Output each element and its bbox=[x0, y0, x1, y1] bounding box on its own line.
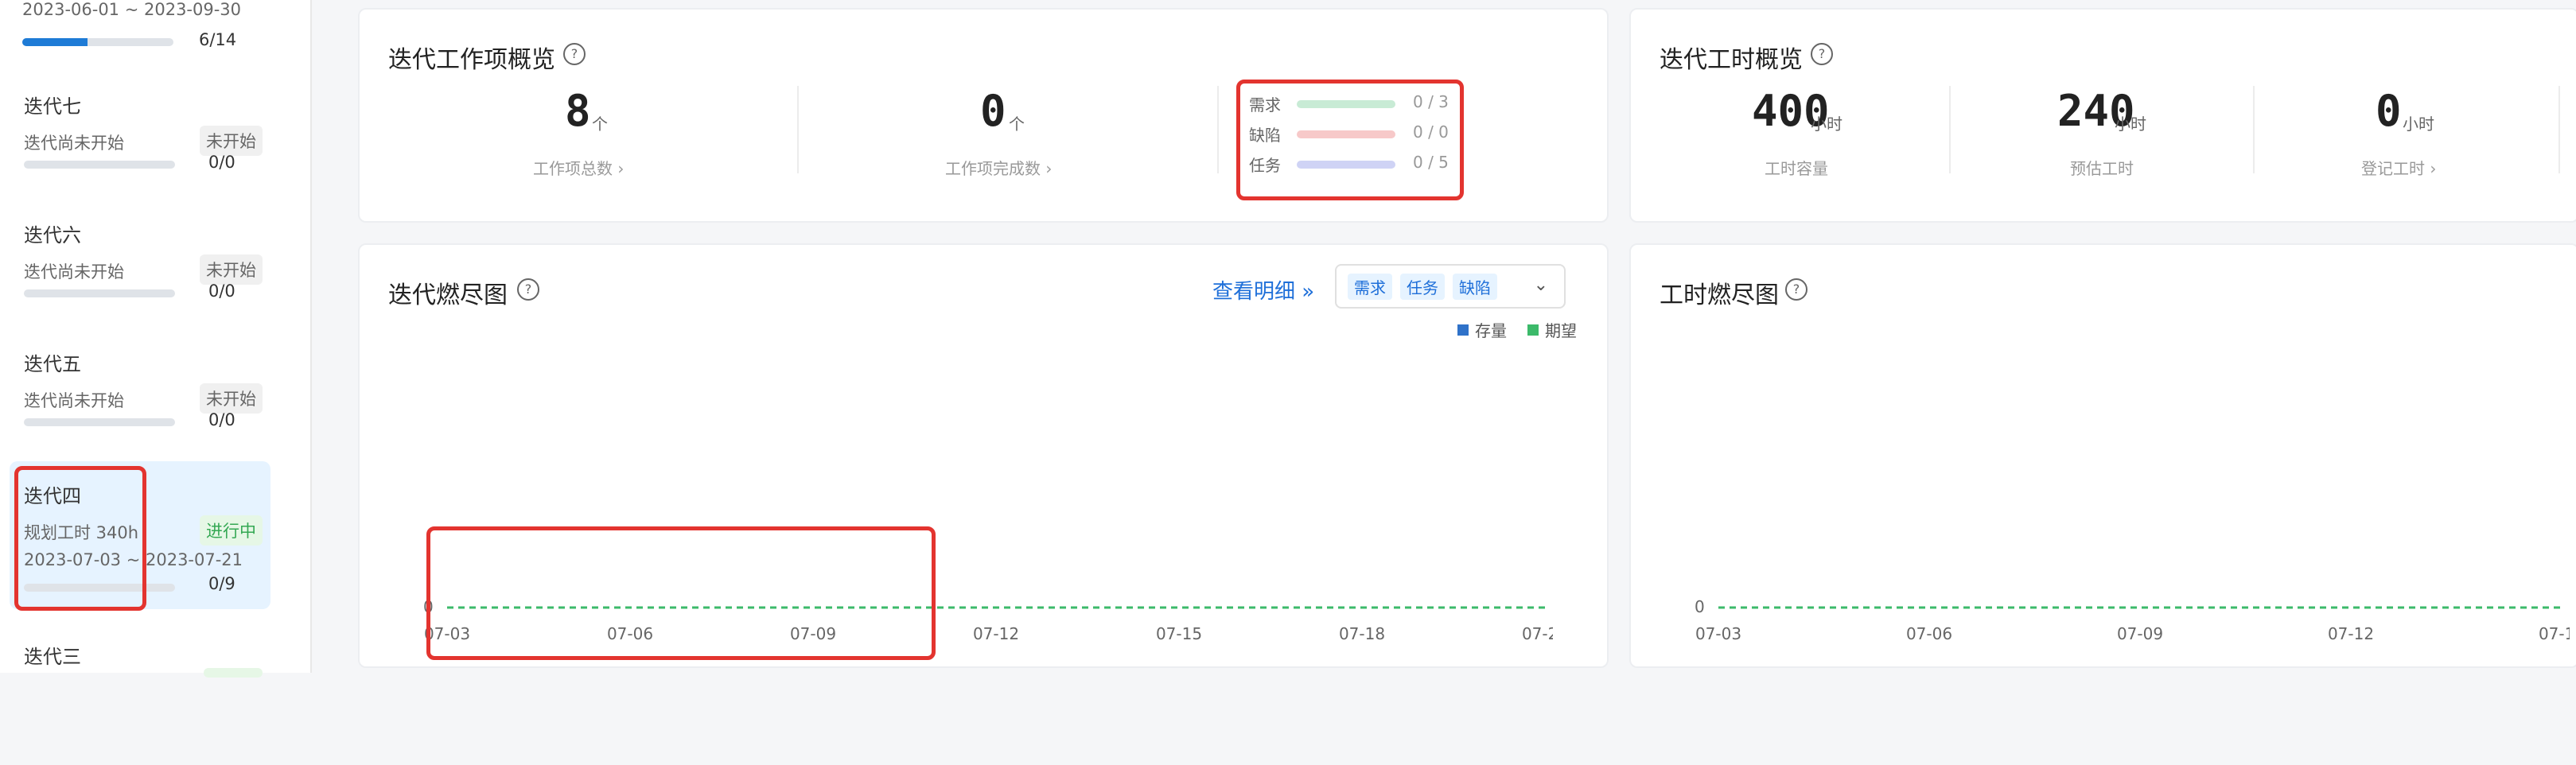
status-badge: 未开始 bbox=[200, 126, 263, 156]
hours-overview-card: 迭代工时概览 ? 400 小时 工时容量 240 小时 预估工时 0 小时 登记… bbox=[1629, 8, 2576, 223]
iteration-count: 0/0 bbox=[208, 153, 235, 172]
card-title: 工时燃尽图 bbox=[1660, 282, 1779, 309]
done-label[interactable]: 工作项完成数 › bbox=[945, 156, 1052, 179]
done-unit: 个 bbox=[1009, 115, 1025, 134]
capacity-unit: 小时 bbox=[1811, 115, 1843, 134]
x-tick-label: 07-06 bbox=[1906, 624, 1952, 643]
highlight-box-types bbox=[1236, 80, 1464, 200]
legend-swatch-expected bbox=[1527, 324, 1539, 336]
filter-chip-defect: 缺陷 bbox=[1453, 274, 1497, 300]
iteration-item-three[interactable]: 迭代三 bbox=[10, 622, 270, 765]
logged-value: 0 bbox=[2376, 86, 2402, 136]
top-progress-bar bbox=[22, 38, 173, 46]
x-tick-label: 07-03 bbox=[1695, 624, 1741, 643]
y-tick-label: 0 bbox=[1695, 597, 1705, 616]
legend-label-stock: 存量 bbox=[1475, 321, 1507, 340]
help-icon[interactable]: ? bbox=[1811, 43, 1833, 65]
iteration-progress-bar bbox=[24, 289, 175, 297]
divider bbox=[2558, 86, 2560, 173]
iteration-name: 迭代六 bbox=[24, 224, 81, 247]
divider bbox=[1949, 86, 1951, 173]
iteration-progress-bar bbox=[24, 161, 175, 169]
card-title: 迭代工时概览 bbox=[1660, 46, 1803, 74]
iteration-name: 迭代七 bbox=[24, 95, 81, 118]
help-icon[interactable]: ? bbox=[1785, 278, 1807, 301]
iteration-item-six[interactable]: 迭代六 迭代尚未开始 未开始 0/0 bbox=[10, 200, 270, 344]
type-filter-select[interactable]: 需求 任务 缺陷 ⌄ bbox=[1335, 264, 1566, 309]
total-label[interactable]: 工作项总数 › bbox=[533, 156, 624, 179]
x-tick-label: 07-12 bbox=[973, 624, 1019, 643]
chevron-down-icon[interactable]: ⌄ bbox=[1534, 275, 1548, 295]
burndown-card: 迭代燃尽图 ? 查看明细 » 需求 任务 缺陷 ⌄ 存量 期望 0 07-03 07… bbox=[358, 243, 1609, 668]
iteration-status: 迭代尚未开始 bbox=[24, 391, 124, 410]
total-count: 8 bbox=[565, 86, 591, 136]
x-tick-label: 07-21 bbox=[1522, 624, 1553, 643]
capacity-label: 工时容量 bbox=[1765, 159, 1828, 178]
done-count: 0 bbox=[980, 86, 1006, 136]
hours-burndown-chart: 0 07-03 07-06 07-09 07-12 07-15 bbox=[1695, 597, 2570, 643]
x-tick-label: 07-15 bbox=[2539, 624, 2570, 643]
iteration-item-seven[interactable]: 迭代七 迭代尚未开始 未开始 0/0 bbox=[10, 72, 270, 215]
top-count: 6/14 bbox=[199, 30, 237, 49]
iteration-sidebar: 2023-06-01 ~ 2023-09-30 6/14 迭代七 迭代尚未开始 … bbox=[0, 0, 312, 678]
filter-chip-requirement: 需求 bbox=[1348, 274, 1392, 300]
logged-unit: 小时 bbox=[2403, 115, 2434, 134]
status-badge: 未开始 bbox=[200, 383, 263, 414]
x-tick-label: 07-09 bbox=[2117, 624, 2163, 643]
top-range: 2023-06-01 ~ 2023-09-30 bbox=[22, 0, 242, 19]
iteration-item-five[interactable]: 迭代五 迭代尚未开始 未开始 0/0 bbox=[10, 329, 270, 472]
x-tick-label: 07-12 bbox=[2328, 624, 2374, 643]
iteration-status: 迭代尚未开始 bbox=[24, 262, 124, 282]
divider bbox=[1217, 86, 1219, 173]
divider bbox=[797, 86, 799, 173]
legend-label-expected: 期望 bbox=[1545, 321, 1577, 340]
iteration-progress-bar bbox=[24, 418, 175, 426]
help-icon[interactable]: ? bbox=[517, 278, 539, 301]
divider bbox=[2253, 86, 2255, 173]
status-badge: 未开始 bbox=[200, 254, 263, 285]
x-tick-label: 07-15 bbox=[1156, 624, 1202, 643]
highlight-box-chart bbox=[426, 526, 936, 660]
filter-chip-task: 任务 bbox=[1400, 274, 1445, 300]
help-icon[interactable]: ? bbox=[563, 43, 586, 65]
highlight-box-iteration bbox=[14, 466, 146, 611]
card-title: 迭代燃尽图 bbox=[388, 282, 508, 309]
iteration-count: 0/9 bbox=[208, 574, 235, 593]
status-badge: 进行中 bbox=[200, 515, 263, 546]
iteration-count: 0/0 bbox=[208, 282, 235, 301]
estimate-unit: 小时 bbox=[2115, 115, 2146, 134]
logged-label[interactable]: 登记工时 › bbox=[2361, 156, 2436, 179]
work-overview-card: 迭代工作项概览 ? 8 个 工作项总数 › 0 个 工作项完成数 › 需求 0 … bbox=[358, 8, 1609, 223]
iteration-name: 迭代五 bbox=[24, 353, 81, 375]
estimate-label: 预估工时 bbox=[2070, 159, 2134, 178]
legend-swatch-stock bbox=[1457, 324, 1469, 336]
status-badge bbox=[204, 668, 263, 678]
hours-burndown-card: 工时燃尽图 ? 0 07-03 07-06 07-09 07-12 07-15 bbox=[1629, 243, 2576, 668]
total-unit: 个 bbox=[592, 115, 608, 134]
x-tick-label: 07-18 bbox=[1339, 624, 1385, 643]
card-title: 迭代工作项概览 bbox=[388, 46, 555, 74]
view-detail-link[interactable]: 查看明细 » bbox=[1212, 275, 1314, 305]
iteration-count: 0/0 bbox=[208, 410, 235, 429]
iteration-name: 迭代三 bbox=[24, 646, 81, 668]
iteration-status: 迭代尚未开始 bbox=[24, 134, 124, 153]
